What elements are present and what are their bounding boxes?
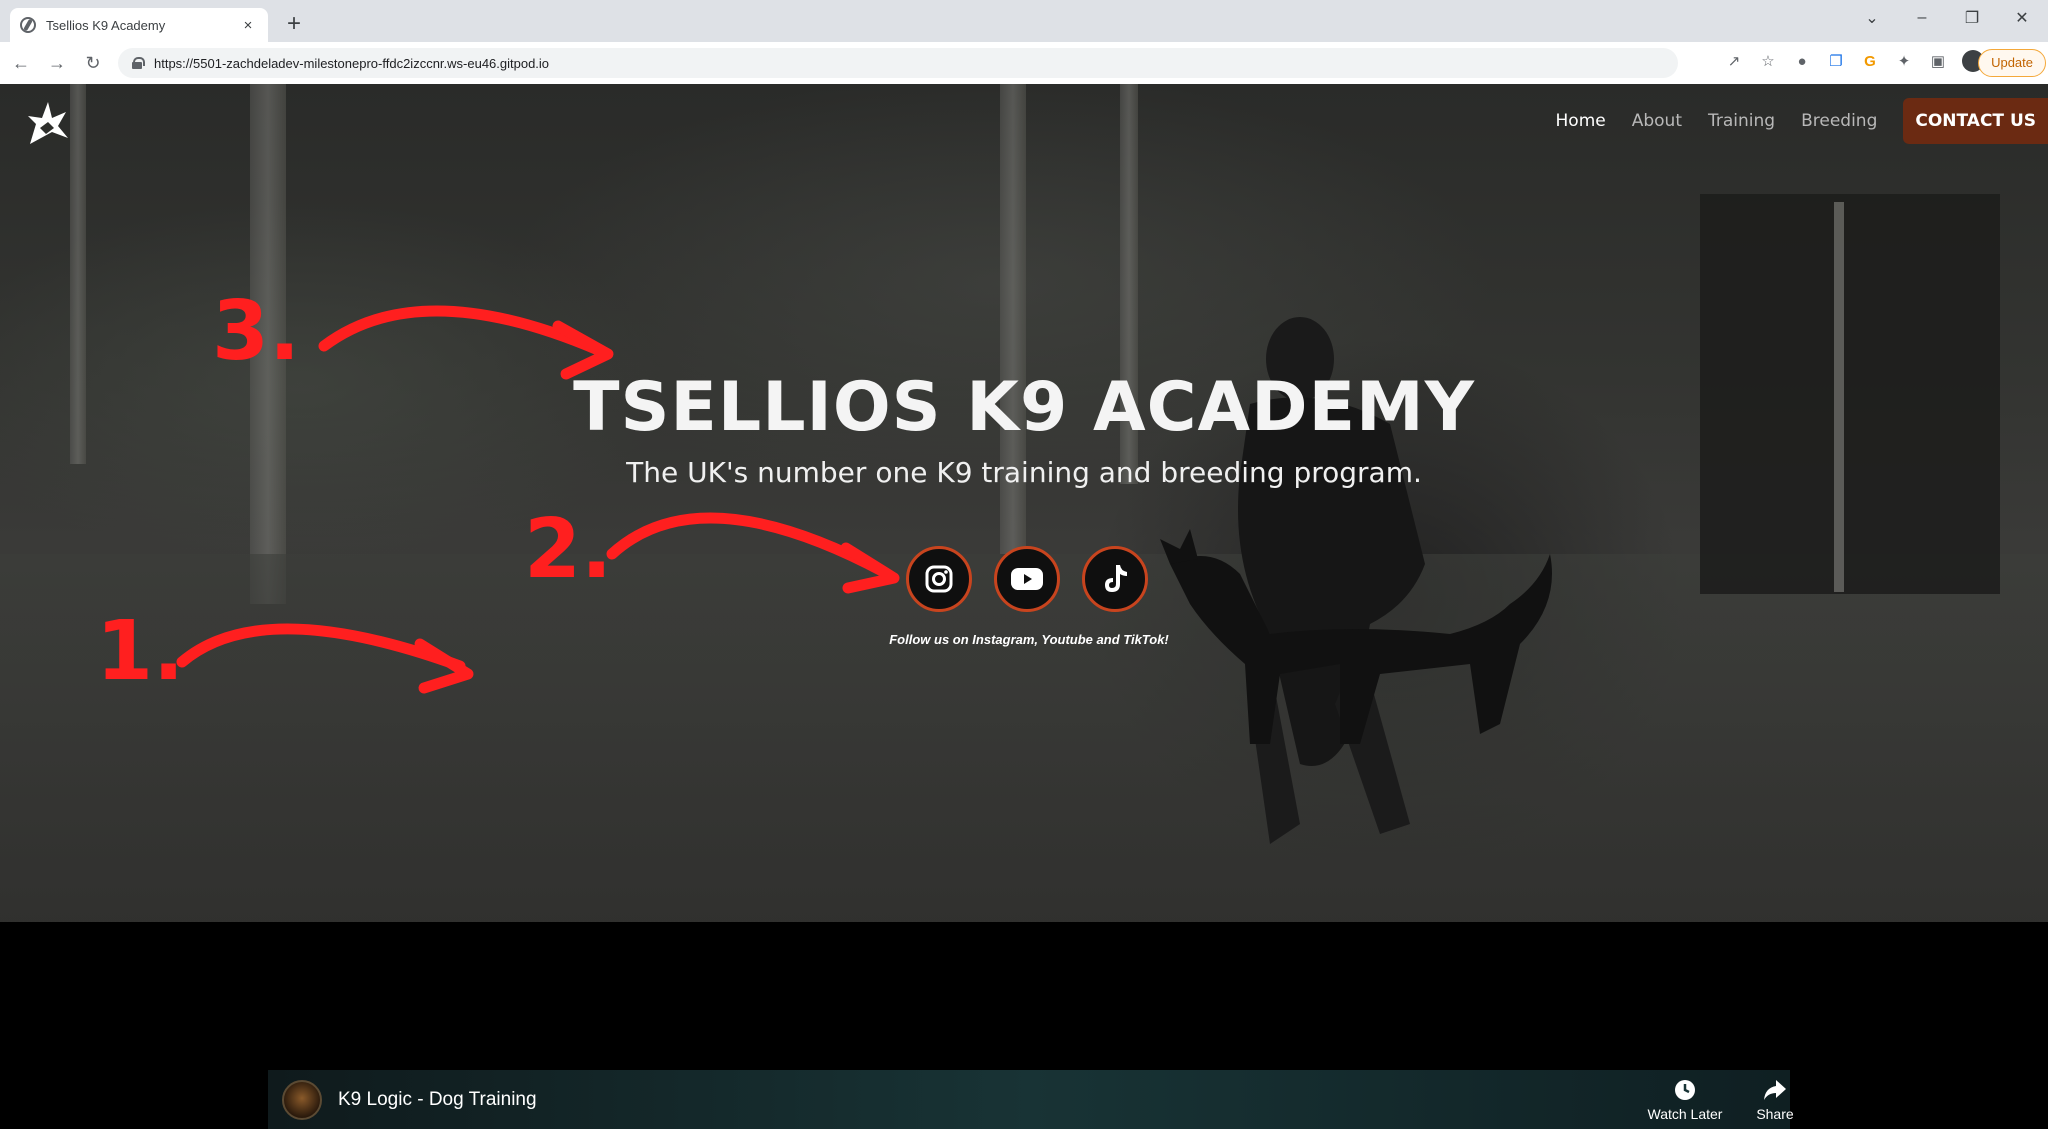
browser-toolbar: ← → ↻ https://5501-zachdeladev-milestone…	[0, 42, 2048, 84]
channel-avatar[interactable]	[282, 1079, 322, 1120]
window-controls: ⌄ – ❐ ✕	[1860, 8, 2034, 28]
clock-icon	[1675, 1080, 1695, 1100]
side-panel-icon[interactable]: ▣	[1928, 51, 1948, 71]
reload-icon[interactable]: ↻	[78, 53, 108, 74]
minimize-icon[interactable]: –	[1910, 9, 1934, 27]
forward-icon[interactable]: →	[42, 53, 72, 74]
tab-search-icon[interactable]: ⌄	[1860, 8, 1884, 28]
tab-close-icon[interactable]: ×	[238, 17, 258, 34]
lock-icon[interactable]	[132, 57, 145, 69]
video-channel-title[interactable]: K9 Logic - Dog Training	[338, 1089, 537, 1111]
microphone-icon[interactable]: ●	[1792, 51, 1812, 71]
restore-icon[interactable]: ❐	[1960, 8, 1984, 28]
back-icon[interactable]: ←	[6, 53, 36, 74]
share-icon[interactable]: ↗	[1724, 51, 1744, 71]
update-button[interactable]: Update	[1978, 49, 2046, 77]
tab-title: Tsellios K9 Academy	[46, 17, 166, 33]
url-text[interactable]: https://5501-zachdeladev-milestonepro-ff…	[154, 56, 549, 71]
share-button[interactable]: Share	[1730, 1078, 1820, 1122]
extensions-puzzle-icon[interactable]: ✦	[1894, 51, 1914, 71]
browser-tab[interactable]: Tsellios K9 Academy ×	[10, 8, 268, 42]
embedded-video-bar[interactable]: K9 Logic - Dog Training Watch Later Shar…	[268, 1070, 1794, 1129]
bookmark-star-icon[interactable]: ☆	[1758, 51, 1778, 71]
page-bottom-strip	[0, 1129, 2048, 1139]
hero-section: Home About Training Breeding CONTACT US …	[0, 84, 2048, 922]
watch-later-button[interactable]: Watch Later	[1640, 1078, 1730, 1122]
copy-extension-icon[interactable]: ❐	[1826, 51, 1846, 71]
share-arrow-icon	[1764, 1080, 1786, 1100]
close-window-icon[interactable]: ✕	[2010, 8, 2034, 28]
share-label: Share	[1756, 1106, 1794, 1122]
video-section: K9 Logic - Dog Training Watch Later Shar…	[0, 922, 2048, 1129]
browser-chrome: Tsellios K9 Academy × + ⌄ – ❐ ✕ ← → ↻ ht…	[0, 0, 2048, 84]
extensions-area: ↗ ☆ ● ❐ G ✦ ▣	[1724, 50, 1984, 72]
annotation-arrows	[176, 305, 900, 694]
address-bar[interactable]: https://5501-zachdeladev-milestonepro-ff…	[118, 48, 1678, 78]
watch-later-label: Watch Later	[1647, 1106, 1723, 1122]
grammar-extension-icon[interactable]: G	[1860, 51, 1880, 71]
new-tab-button[interactable]: +	[280, 12, 308, 36]
tab-favicon-icon	[20, 17, 36, 33]
